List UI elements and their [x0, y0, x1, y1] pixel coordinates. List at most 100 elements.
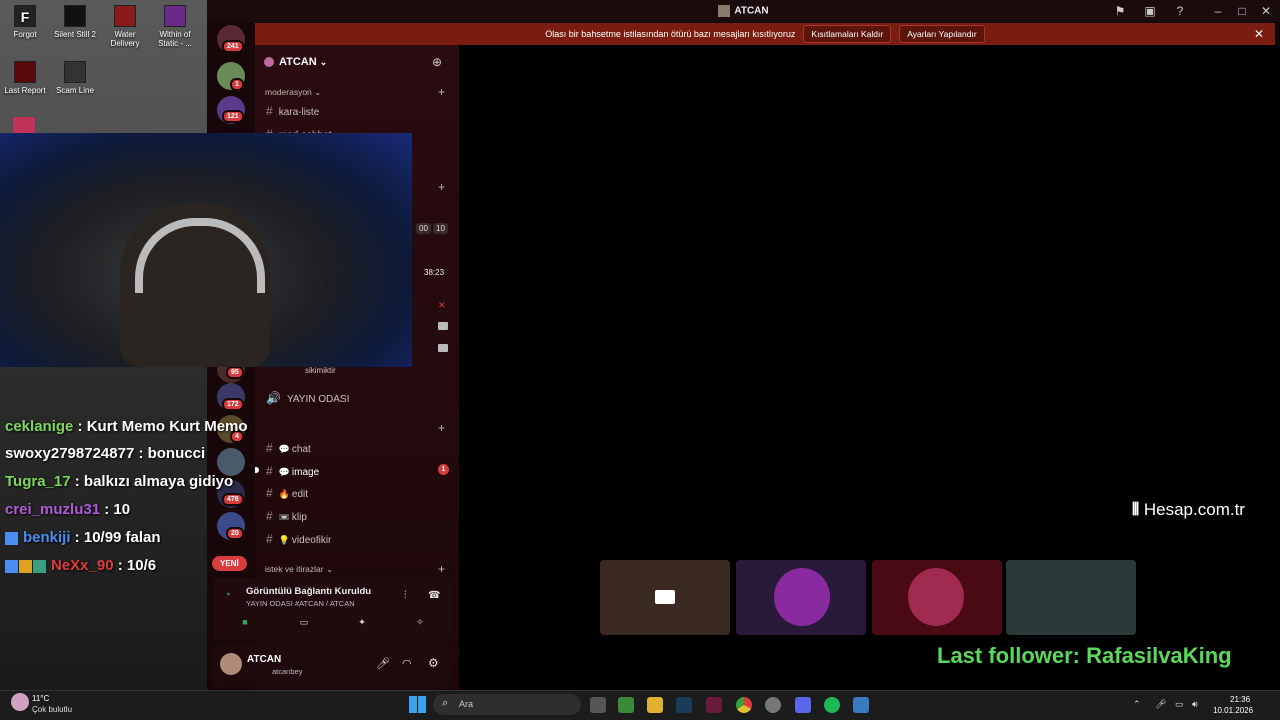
channel-klip[interactable]: # 📼 klip [266, 509, 307, 523]
participant-tile[interactable] [736, 560, 866, 635]
desktop-icon-water-delivery[interactable]: Water Delivery [100, 5, 150, 48]
taskbar [0, 690, 1280, 720]
timer-badge: 10 [433, 223, 448, 234]
server-item[interactable] [217, 448, 245, 476]
bulb-icon: 💡 [278, 535, 290, 545]
taskbar-search[interactable]: ⌕ Ara [433, 694, 581, 715]
app-icon[interactable] [853, 697, 869, 713]
voice-location[interactable]: YAYIN ODASI #ATCAN / ATCAN [246, 599, 355, 608]
channel-kara-liste[interactable]: # kara-liste [266, 104, 319, 118]
participant-tile[interactable] [1006, 560, 1136, 635]
minecraft-icon[interactable] [618, 697, 634, 713]
new-badge[interactable]: YENİ [212, 556, 247, 571]
user-status: atcanbey [272, 667, 303, 676]
camera-icon [655, 590, 675, 604]
volume-icon[interactable]: 🔊︎ [1192, 699, 1198, 710]
category-moderasyon[interactable]: moderasyon ⌄ [265, 87, 321, 98]
desktop-icon-scam-line[interactable]: Scam Line [50, 61, 100, 95]
channel-yayin-odasi[interactable]: 🔊 YAYIN ODASI [266, 391, 349, 405]
weather-icon[interactable] [11, 693, 29, 711]
voice-status[interactable]: Görüntülü Bağlantı Kuruldu [246, 586, 371, 597]
channel-image[interactable]: # 💬 image [266, 464, 319, 478]
activities-button[interactable]: ✦ [345, 617, 379, 633]
category-istek[interactable]: istek ve itirazlar ⌄ [265, 564, 333, 575]
chevron-up-icon[interactable]: ⌃ [1133, 699, 1141, 710]
camera-off-icon[interactable]: ✕ [438, 300, 446, 311]
add-channel-icon[interactable]: + [438, 85, 445, 99]
hash-icon: # [266, 464, 273, 478]
chat-badge-icon [19, 559, 32, 573]
file-explorer-icon[interactable] [647, 697, 663, 713]
settings-gear-icon[interactable]: ⚙ [428, 656, 439, 670]
screen-share-button[interactable]: ▭ [287, 617, 321, 633]
close-icon[interactable]: ✕ [1258, 3, 1274, 19]
task-view-icon[interactable] [590, 697, 606, 713]
help-icon[interactable]: ? [1172, 3, 1188, 19]
video-button[interactable]: ■ [228, 617, 262, 633]
voice-user-sikimiktir[interactable]: sikimiktir [305, 366, 336, 375]
chat-badge-icon [5, 531, 18, 545]
partial-desktop-icon [13, 117, 35, 133]
desktop-icon-last-report[interactable]: Last Report [0, 61, 50, 95]
inbox-icon[interactable]: ▣ [1142, 3, 1158, 19]
channel-chat[interactable]: # 💬 chat [266, 441, 311, 455]
desktop-icon-forgot[interactable]: F Forgot [0, 5, 50, 39]
notice-text: Olası bir bahsetme istilasından ötürü ba… [545, 29, 796, 39]
configure-settings-button[interactable]: Ayarları Yapılandır [899, 25, 985, 43]
channel-image-badge: 1 [438, 464, 449, 475]
desktop-icon-within-static[interactable]: Within of Static - ... [150, 5, 200, 48]
app-icon[interactable] [706, 697, 722, 713]
participant-avatar [908, 568, 964, 626]
live-timer: 38:23 [424, 268, 445, 277]
minimize-icon[interactable]: – [1210, 3, 1226, 19]
guild-header[interactable]: ATCAN ⌄ [264, 56, 327, 68]
channel-videofikir[interactable]: # 💡 videofikir [266, 532, 331, 546]
last-follower-label: Last follower: RafasilvaKing [937, 643, 1232, 668]
fire-icon: 🔥 [278, 489, 290, 499]
chat-badge-icon [33, 559, 46, 573]
notice-close-icon[interactable]: ✕ [1254, 27, 1264, 41]
channel-edit[interactable]: # 🔥 edit [266, 486, 308, 500]
mic-tray-icon[interactable]: 🎤︎ [1155, 699, 1166, 710]
spotify-icon[interactable] [824, 697, 840, 713]
steam-icon[interactable] [676, 697, 692, 713]
scam-line-icon [64, 61, 86, 83]
weather-temp[interactable]: 11°C [32, 694, 49, 703]
last-report-icon [14, 61, 36, 83]
hesap-logo-icon: ⫴ [1132, 500, 1140, 519]
weather-desc[interactable]: Çok bulutlu [32, 705, 72, 714]
desktop-icon-silent-still[interactable]: Silent Still 2 [50, 5, 100, 39]
browser-icon[interactable] [765, 697, 781, 713]
add-channel-icon[interactable]: + [438, 421, 445, 435]
camera-icon[interactable] [438, 322, 448, 330]
avatar[interactable] [220, 653, 242, 675]
soundboard-button[interactable]: ✧ [403, 617, 437, 633]
server-badge: 95 [226, 366, 244, 379]
server-badge: 1 [230, 78, 244, 91]
camera-icon[interactable] [438, 344, 448, 352]
timer-badge: 00 [416, 223, 431, 234]
invite-icon[interactable]: ⊕ [432, 55, 442, 69]
chrome-icon[interactable] [736, 697, 752, 713]
chat-message: swoxy2798724877 : bonucci [5, 445, 206, 462]
brand-logo: ⫴ Hesap.com.tr [1132, 500, 1245, 519]
clock-time[interactable]: 21:36 [1230, 695, 1250, 704]
windows-start-icon[interactable] [409, 696, 426, 713]
hash-icon: # [266, 486, 273, 500]
participant-tile[interactable] [872, 560, 1002, 635]
maximize-icon[interactable]: □ [1234, 3, 1250, 19]
within-static-icon [164, 5, 186, 27]
add-channel-icon[interactable]: + [438, 180, 445, 194]
network-icon[interactable]: ▭ [1175, 699, 1184, 710]
search-icon: ⌕ [442, 697, 449, 709]
clock-date[interactable]: 10.01.2026 [1213, 706, 1253, 715]
flag-icon[interactable]: ⚑ [1112, 3, 1128, 19]
add-channel-icon[interactable]: + [438, 562, 445, 576]
disconnect-icon[interactable]: ☎ [428, 590, 440, 601]
chat-badge-icon [5, 559, 18, 573]
discord-taskbar-icon[interactable] [795, 697, 811, 713]
remove-restrictions-button[interactable]: Kısıtlamaları Kaldır [803, 25, 892, 43]
microphone-icon[interactable]: 🎤︎ [376, 657, 390, 670]
headphones-icon[interactable]: ◠ [402, 657, 412, 670]
soundboard-icon[interactable]: ⫶ [404, 590, 407, 601]
